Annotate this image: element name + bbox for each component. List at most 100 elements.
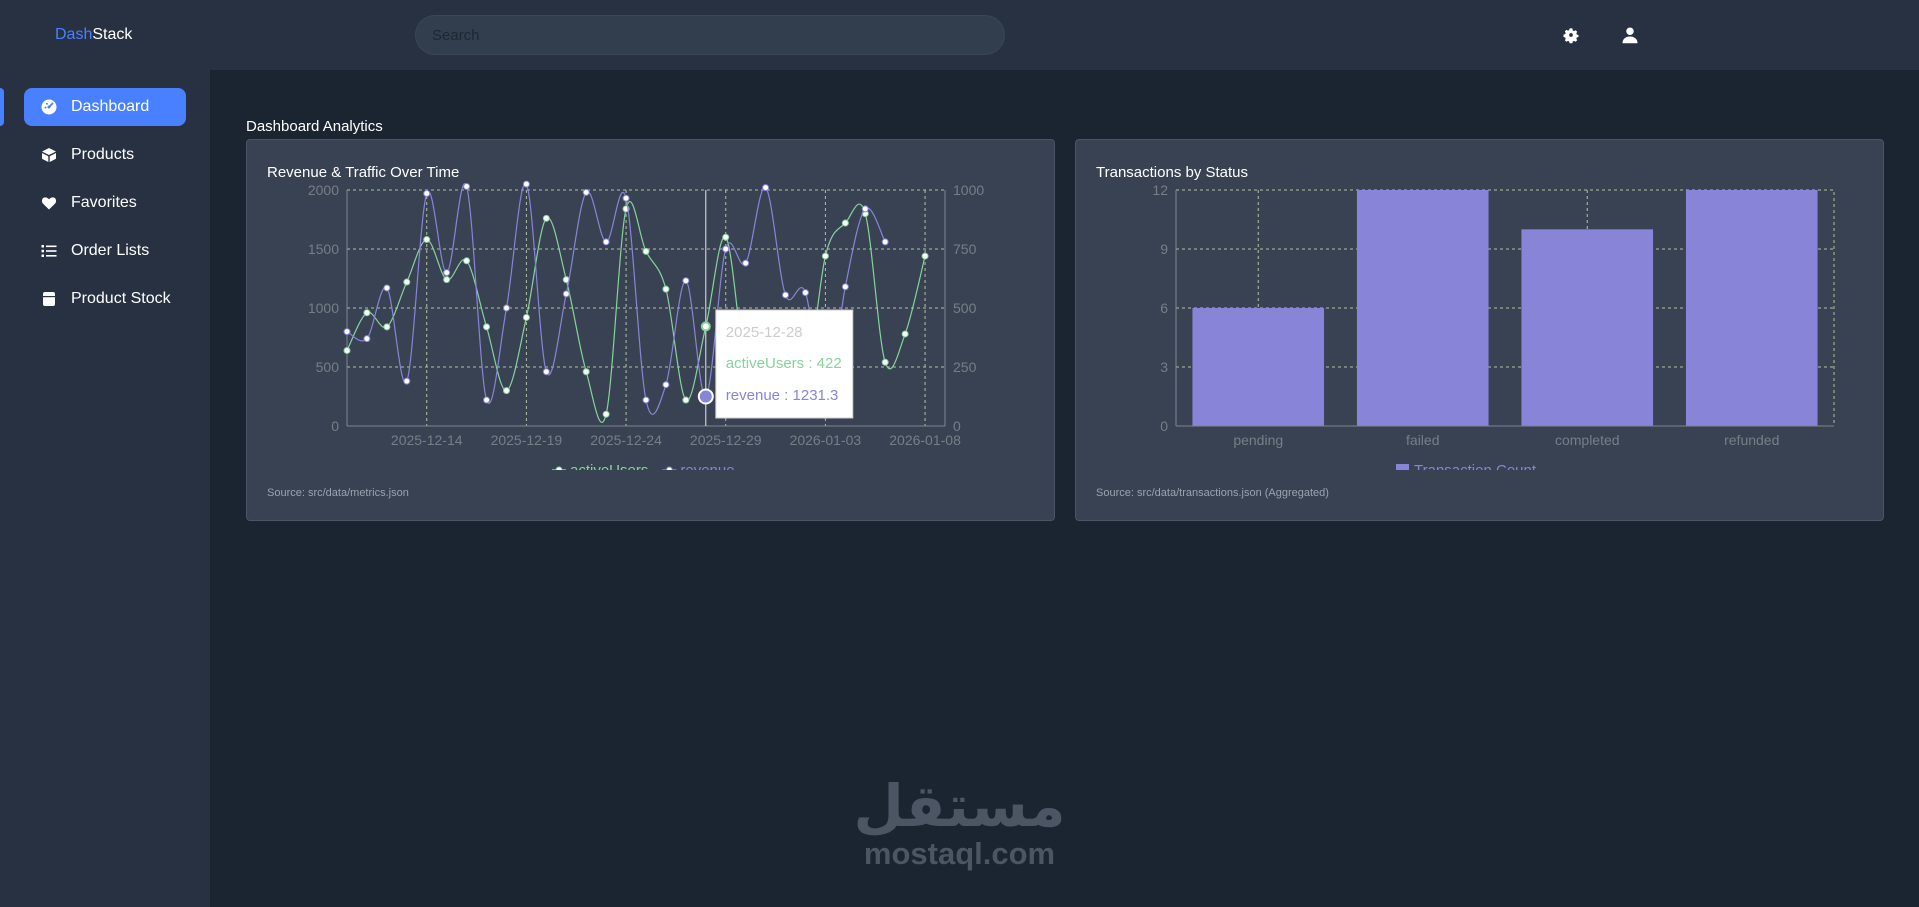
active-point-activeUsers (700, 321, 711, 332)
bar-pending (1192, 308, 1325, 426)
revenue-traffic-chart[interactable]: 0500100015002000025050075010002025-12-14… (247, 140, 1054, 470)
data-point-revenue (622, 194, 630, 202)
gear-icon[interactable] (1560, 24, 1582, 46)
data-point-activeUsers (522, 313, 530, 321)
x-tick-label: 2026-01-03 (790, 432, 862, 448)
sidebar-item-label: Order Lists (71, 242, 150, 259)
left-y-tick-label: 500 (316, 359, 340, 375)
legend-swatch (1396, 464, 1409, 470)
bar-completed (1521, 229, 1654, 426)
active-nav-marker (0, 88, 4, 126)
bar-refunded (1685, 190, 1818, 426)
legend-label-activeUsers: activeUsers (570, 462, 648, 470)
data-point-revenue (602, 238, 610, 246)
data-point-activeUsers (821, 252, 829, 260)
data-point-activeUsers (642, 247, 650, 255)
data-point-revenue (642, 396, 650, 404)
active-point-revenue (697, 388, 714, 405)
y-tick-label: 9 (1160, 241, 1168, 257)
data-point-revenue (782, 291, 790, 299)
data-point-activeUsers (841, 219, 849, 227)
data-point-activeUsers (582, 368, 590, 376)
left-y-tick-label: 2000 (308, 182, 339, 198)
user-icon[interactable] (1619, 24, 1641, 46)
x-tick-label: pending (1233, 432, 1283, 448)
x-tick-label: failed (1406, 432, 1439, 448)
x-tick-label: 2025-12-14 (391, 432, 463, 448)
data-point-activeUsers (363, 309, 371, 317)
y-tick-label: 12 (1152, 182, 1168, 198)
sidebar-item-products[interactable]: Products (24, 136, 186, 174)
data-point-revenue (542, 368, 550, 376)
data-point-revenue (742, 259, 750, 267)
data-point-activeUsers (483, 323, 491, 331)
data-point-revenue (562, 290, 570, 298)
top-bar: DashStack (0, 0, 1919, 70)
right-y-tick-label: 250 (953, 359, 977, 375)
watermark-arabic: مستقل (853, 772, 1066, 840)
data-point-revenue (841, 283, 849, 291)
chart-legend: activeUsers revenue (552, 462, 735, 470)
legend-marker-activeUsers (555, 466, 563, 470)
sidebar-item-label: Dashboard (71, 98, 150, 115)
data-point-revenue (463, 182, 471, 190)
data-point-activeUsers (502, 387, 510, 395)
y-tick-label: 0 (1160, 418, 1168, 434)
sidebar-item-dashboard[interactable]: Dashboard (24, 88, 186, 126)
sidebar-item-favorites[interactable]: Favorites (24, 184, 186, 222)
data-point-activeUsers (443, 276, 451, 284)
legend-marker-revenue (665, 466, 673, 470)
data-point-activeUsers (921, 252, 929, 260)
tooltip-date: 2025-12-28 (726, 324, 803, 341)
data-point-revenue (443, 269, 451, 277)
data-point-activeUsers (682, 396, 690, 404)
sidebar-item-order-lists[interactable]: Order Lists (24, 232, 186, 270)
legend-label: Transaction Count (1414, 462, 1537, 470)
bar-failed (1356, 190, 1489, 426)
dashboard-icon (41, 99, 57, 115)
data-point-activeUsers (383, 323, 391, 331)
right-y-tick-label: 750 (953, 241, 977, 257)
transactions-chart[interactable]: 0 3 6 9 12 pending failed completed refunded Tran… (1076, 140, 1883, 470)
data-point-activeUsers (463, 257, 471, 265)
page-title: Dashboard Analytics (246, 118, 383, 135)
tooltip-revenue: revenue : 1231.3 (726, 387, 839, 404)
database-icon (41, 291, 57, 307)
legend-label-revenue: revenue (680, 462, 734, 470)
data-point-revenue (483, 396, 491, 404)
logo-accent: Dash (55, 26, 93, 43)
data-point-activeUsers (423, 236, 431, 244)
data-point-revenue (403, 377, 411, 385)
y-tick-label: 3 (1160, 359, 1168, 375)
app-logo[interactable]: DashStack (55, 26, 132, 44)
data-point-revenue (762, 184, 770, 192)
data-point-revenue (722, 245, 730, 253)
chart-legend: Transaction Count (1396, 462, 1537, 470)
right-y-tick-label: 500 (953, 300, 977, 316)
data-point-revenue (801, 289, 809, 297)
data-point-revenue (502, 304, 510, 312)
chart-tooltip: 2025-12-28 activeUsers : 422 revenue : 123… (715, 309, 854, 419)
data-point-revenue (522, 180, 530, 188)
data-point-revenue (423, 190, 431, 198)
sidebar-item-label: Favorites (71, 194, 137, 211)
watermark-latin: mostaql.com (863, 836, 1056, 871)
data-point-revenue (861, 205, 869, 213)
left-y-tick-label: 0 (331, 418, 339, 434)
data-point-activeUsers (662, 285, 670, 293)
sidebar-item-product-stock[interactable]: Product Stock (24, 280, 186, 318)
heart-icon (41, 195, 57, 211)
data-point-revenue (363, 335, 371, 343)
data-point-revenue (682, 277, 690, 285)
watermark: مستقل mostaql.com (842, 775, 1077, 871)
data-point-activeUsers (881, 358, 889, 366)
x-tick-label: refunded (1724, 432, 1779, 448)
data-point-activeUsers (722, 233, 730, 241)
y-tick-label: 6 (1160, 300, 1168, 316)
data-point-revenue (383, 284, 391, 292)
data-point-revenue (662, 381, 670, 389)
tooltip-active-users: activeUsers : 422 (726, 355, 842, 372)
box-icon (41, 147, 57, 163)
data-point-activeUsers (403, 278, 411, 286)
search-input[interactable] (415, 15, 1005, 55)
